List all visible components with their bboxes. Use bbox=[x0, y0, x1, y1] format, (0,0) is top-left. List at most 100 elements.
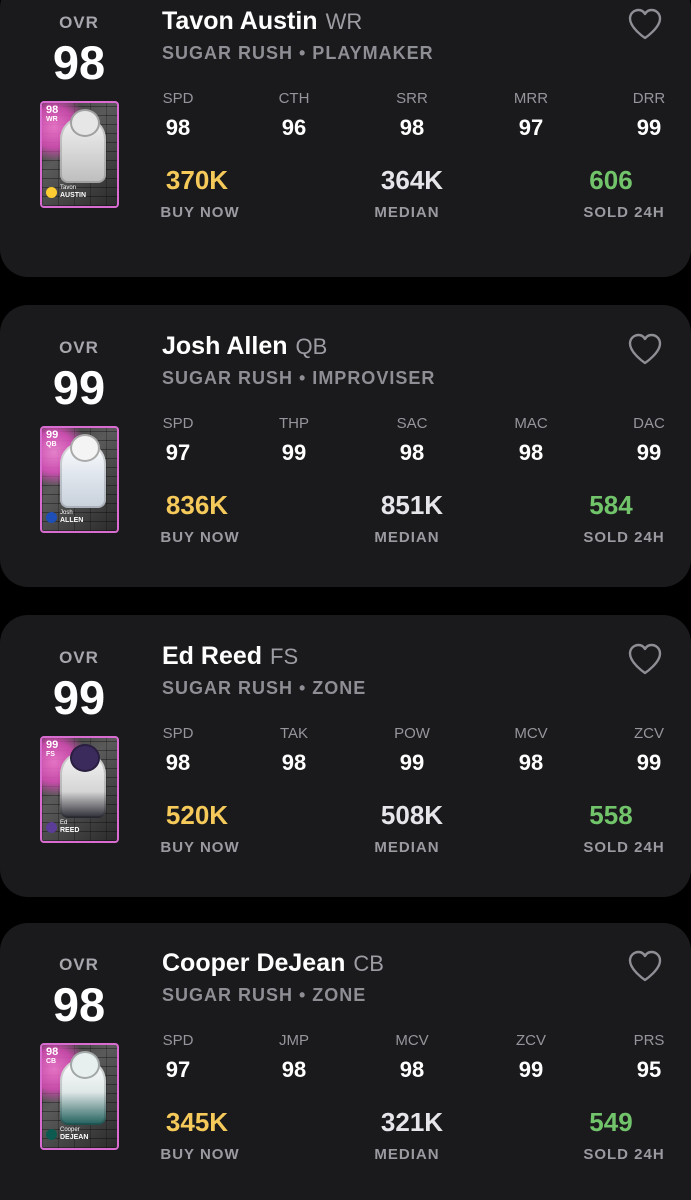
stat-value: 99 bbox=[636, 115, 662, 140]
card-art-first-name: Tavon bbox=[60, 185, 77, 191]
median-price: 851K bbox=[380, 490, 444, 520]
player-card[interactable]: OVR 99 99 FS Ed REED Ed Reed FS SUGAR RUS… bbox=[0, 615, 691, 897]
program-archetype: SUGAR RUSH • IMPROVISER bbox=[162, 368, 436, 388]
sold-24h-count: 558 bbox=[589, 800, 633, 830]
stat-value: 98 bbox=[399, 115, 425, 140]
card-art-first-name: Ed bbox=[60, 820, 68, 826]
sold-24h-label: SOLD 24H bbox=[583, 204, 665, 221]
stat-value: 99 bbox=[518, 1057, 544, 1082]
stat-label: SPD bbox=[162, 415, 194, 432]
card-art-last-name: ALLEN bbox=[60, 517, 84, 524]
median-label: MEDIAN bbox=[374, 1146, 440, 1163]
ovr-label: OVR bbox=[59, 955, 99, 974]
sold-24h-label: SOLD 24H bbox=[583, 1146, 665, 1163]
ovr-value: 99 bbox=[52, 671, 106, 724]
buy-now-label: BUY NOW bbox=[160, 839, 240, 856]
stat-label: ZCV bbox=[634, 725, 664, 742]
heart-outline-icon[interactable] bbox=[627, 332, 663, 366]
card-art-last-name: AUSTIN bbox=[60, 192, 87, 199]
ovr-value: 98 bbox=[52, 36, 106, 89]
stat-label: CTH bbox=[278, 90, 310, 107]
stat-value: 99 bbox=[636, 750, 662, 775]
card-art-last-name: DEJEAN bbox=[60, 1134, 89, 1141]
stat-value: 98 bbox=[518, 750, 544, 775]
player-name: Tavon Austin bbox=[162, 7, 318, 35]
stat-label: TAK bbox=[279, 725, 309, 742]
buy-now-label: BUY NOW bbox=[160, 204, 240, 221]
stat-value: 97 bbox=[165, 1057, 191, 1082]
stat-label: MAC bbox=[514, 415, 548, 432]
stat-value: 96 bbox=[281, 115, 307, 140]
card-art-number: 98 bbox=[46, 1046, 59, 1058]
stat-label: MCV bbox=[395, 1032, 429, 1049]
stat-label: JMP bbox=[279, 1032, 309, 1049]
program-archetype: SUGAR RUSH • PLAYMAKER bbox=[162, 43, 434, 63]
ovr-label: OVR bbox=[59, 13, 99, 32]
stat-value: 98 bbox=[518, 440, 544, 465]
card-art-position: FS bbox=[46, 751, 55, 758]
player-card-thumbnail[interactable]: 99 FS Ed REED bbox=[40, 736, 119, 843]
median-price: 508K bbox=[380, 800, 444, 830]
card-art-number: 99 bbox=[46, 739, 59, 751]
program-archetype: SUGAR RUSH • ZONE bbox=[162, 985, 367, 1005]
median-label: MEDIAN bbox=[374, 529, 440, 546]
stat-value: 98 bbox=[399, 1057, 425, 1082]
median-label: MEDIAN bbox=[374, 839, 440, 856]
stat-value: 99 bbox=[399, 750, 425, 775]
heart-outline-icon[interactable] bbox=[627, 949, 663, 983]
stat-value: 99 bbox=[281, 440, 307, 465]
stat-label: DRR bbox=[632, 90, 666, 107]
player-name: Josh Allen bbox=[162, 332, 288, 360]
ovr-value: 98 bbox=[52, 978, 106, 1031]
sold-24h-count: 549 bbox=[589, 1107, 633, 1137]
player-name-row: Ed Reed FS bbox=[162, 642, 298, 671]
player-card[interactable]: OVR 99 99 QB Josh ALLEN Josh Allen QB SUG… bbox=[0, 305, 691, 587]
player-card-thumbnail[interactable]: 99 QB Josh ALLEN bbox=[40, 426, 119, 533]
stat-label: SPD bbox=[162, 90, 194, 107]
buy-now-price: 345K bbox=[165, 1107, 229, 1137]
heart-outline-icon[interactable] bbox=[627, 7, 663, 41]
player-card-thumbnail[interactable]: 98 WR Tavon AUSTIN bbox=[40, 101, 119, 208]
buy-now-label: BUY NOW bbox=[160, 1146, 240, 1163]
player-card[interactable]: OVR 98 98 WR Tavon AUSTIN Tavon Austin WR… bbox=[0, 0, 691, 277]
player-name: Cooper DeJean bbox=[162, 949, 346, 977]
heart-outline-icon[interactable] bbox=[627, 642, 663, 676]
ovr-value: 99 bbox=[52, 361, 106, 414]
stat-label: POW bbox=[394, 725, 430, 742]
player-position: WR bbox=[325, 9, 363, 34]
stat-value: 98 bbox=[165, 115, 191, 140]
stat-value: 97 bbox=[165, 440, 191, 465]
card-art-first-name: Cooper bbox=[60, 1127, 80, 1133]
stat-label: DAC bbox=[633, 415, 665, 432]
program-archetype: SUGAR RUSH • ZONE bbox=[162, 678, 367, 698]
team-logo-icon bbox=[46, 512, 57, 523]
card-art-position: QB bbox=[46, 441, 57, 448]
stat-label: ZCV bbox=[516, 1032, 546, 1049]
stat-value: 98 bbox=[281, 750, 307, 775]
player-card-thumbnail[interactable]: 98 CB Cooper DEJEAN bbox=[40, 1043, 119, 1150]
card-art-position: WR bbox=[46, 116, 58, 123]
card-art-last-name: REED bbox=[60, 827, 80, 834]
player-name: Ed Reed bbox=[162, 642, 263, 670]
card-art-number: 98 bbox=[46, 104, 59, 116]
ovr-label: OVR bbox=[59, 648, 99, 667]
player-card[interactable]: OVR 98 98 CB Cooper DEJEAN Cooper DeJean… bbox=[0, 923, 691, 1200]
stat-label: MRR bbox=[513, 90, 549, 107]
stat-value: 98 bbox=[281, 1057, 307, 1082]
stat-value: 98 bbox=[165, 750, 191, 775]
stat-label: THP bbox=[279, 415, 309, 432]
player-name-row: Tavon Austin WR bbox=[162, 7, 362, 36]
stat-label: MCV bbox=[514, 725, 548, 742]
median-label: MEDIAN bbox=[374, 204, 440, 221]
team-logo-icon bbox=[46, 187, 57, 198]
stat-label: SRR bbox=[396, 90, 428, 107]
player-name-row: Josh Allen QB bbox=[162, 332, 327, 361]
team-logo-icon bbox=[46, 1129, 57, 1140]
player-position: FS bbox=[270, 644, 299, 669]
sold-24h-label: SOLD 24H bbox=[583, 529, 665, 546]
median-price: 321K bbox=[380, 1107, 444, 1137]
card-art-position: CB bbox=[46, 1058, 57, 1065]
stat-label: SPD bbox=[162, 1032, 194, 1049]
player-card-list: OVR 98 98 WR Tavon AUSTIN Tavon Austin WR… bbox=[0, 0, 691, 1200]
card-art-number: 99 bbox=[46, 429, 59, 441]
